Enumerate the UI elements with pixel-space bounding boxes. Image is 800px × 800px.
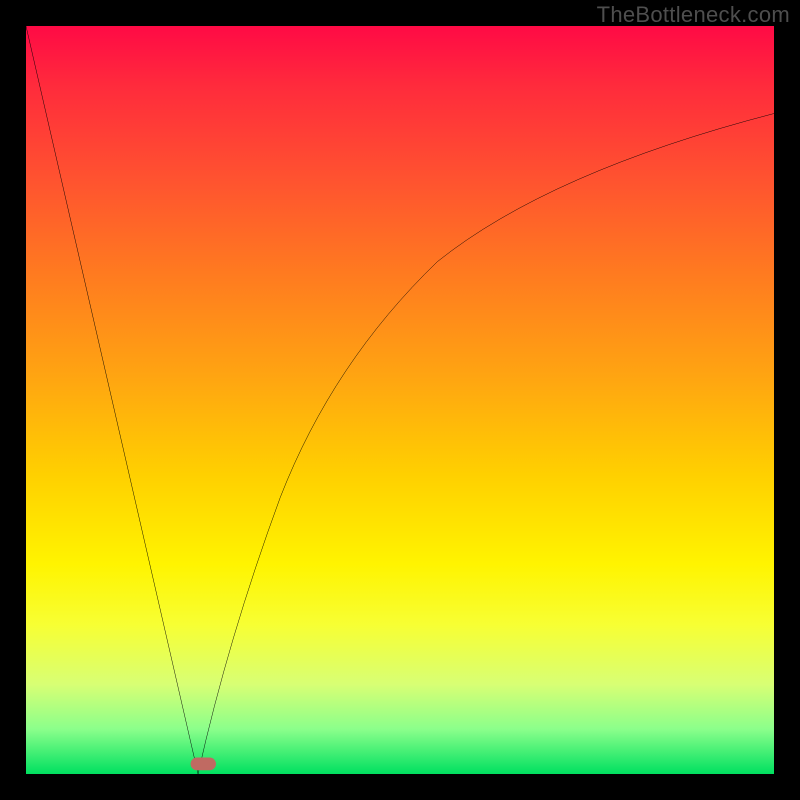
chart-frame: TheBottleneck.com (0, 0, 800, 800)
watermark-text: TheBottleneck.com (597, 2, 790, 28)
minimum-marker (191, 758, 216, 771)
curve-right-branch (198, 114, 774, 774)
plot-area (26, 26, 774, 774)
curve-left-branch (26, 26, 198, 774)
curve-layer (26, 26, 774, 774)
